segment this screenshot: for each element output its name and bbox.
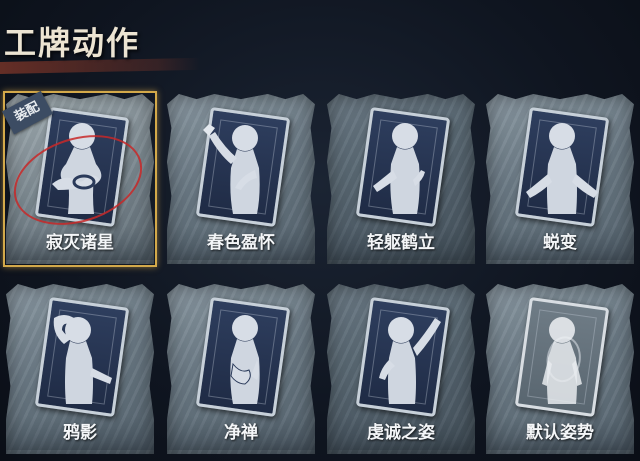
pose-card-8[interactable]: 默认姿势 xyxy=(486,284,634,454)
pose-label: 净禅 xyxy=(167,416,315,450)
pose-label: 虔诚之姿 xyxy=(327,416,475,450)
figure-icon-pose-2 xyxy=(203,124,260,214)
pose-card-1[interactable]: 装配 寂灭诸星 xyxy=(1,90,157,267)
pose-card-3[interactable]: 轻躯鹤立 xyxy=(327,94,475,264)
pose-label: 鸦影 xyxy=(6,416,154,450)
figure-icon-pose-7 xyxy=(379,317,441,404)
figure-icon-pose-3 xyxy=(373,123,425,214)
figure-icon-pose-4 xyxy=(526,123,598,214)
figure-icon-pose-5 xyxy=(53,315,112,404)
pose-label: 默认姿势 xyxy=(486,416,634,450)
pose-card-2[interactable]: 春色盈怀 xyxy=(167,94,315,264)
pose-label: 蜕变 xyxy=(486,226,634,260)
pose-card-7[interactable]: 虔诚之姿 xyxy=(327,284,475,454)
figure-icon-default xyxy=(542,317,582,404)
pose-label: 寂灭诸星 xyxy=(6,226,154,260)
pose-label: 春色盈怀 xyxy=(167,226,315,260)
pose-card-6[interactable]: 净禅 xyxy=(167,284,315,454)
figure-icon-pose-6 xyxy=(230,315,260,404)
pose-card-4[interactable]: 蜕变 xyxy=(486,94,634,264)
pose-label: 轻躯鹤立 xyxy=(327,226,475,260)
pose-card-5[interactable]: 鸦影 xyxy=(6,284,154,454)
pose-grid: 装配 寂灭诸星 春色盈怀 轻躯鹤立 蜕变 鸦影 净禅 虔诚之姿 默认姿势 xyxy=(0,0,640,461)
